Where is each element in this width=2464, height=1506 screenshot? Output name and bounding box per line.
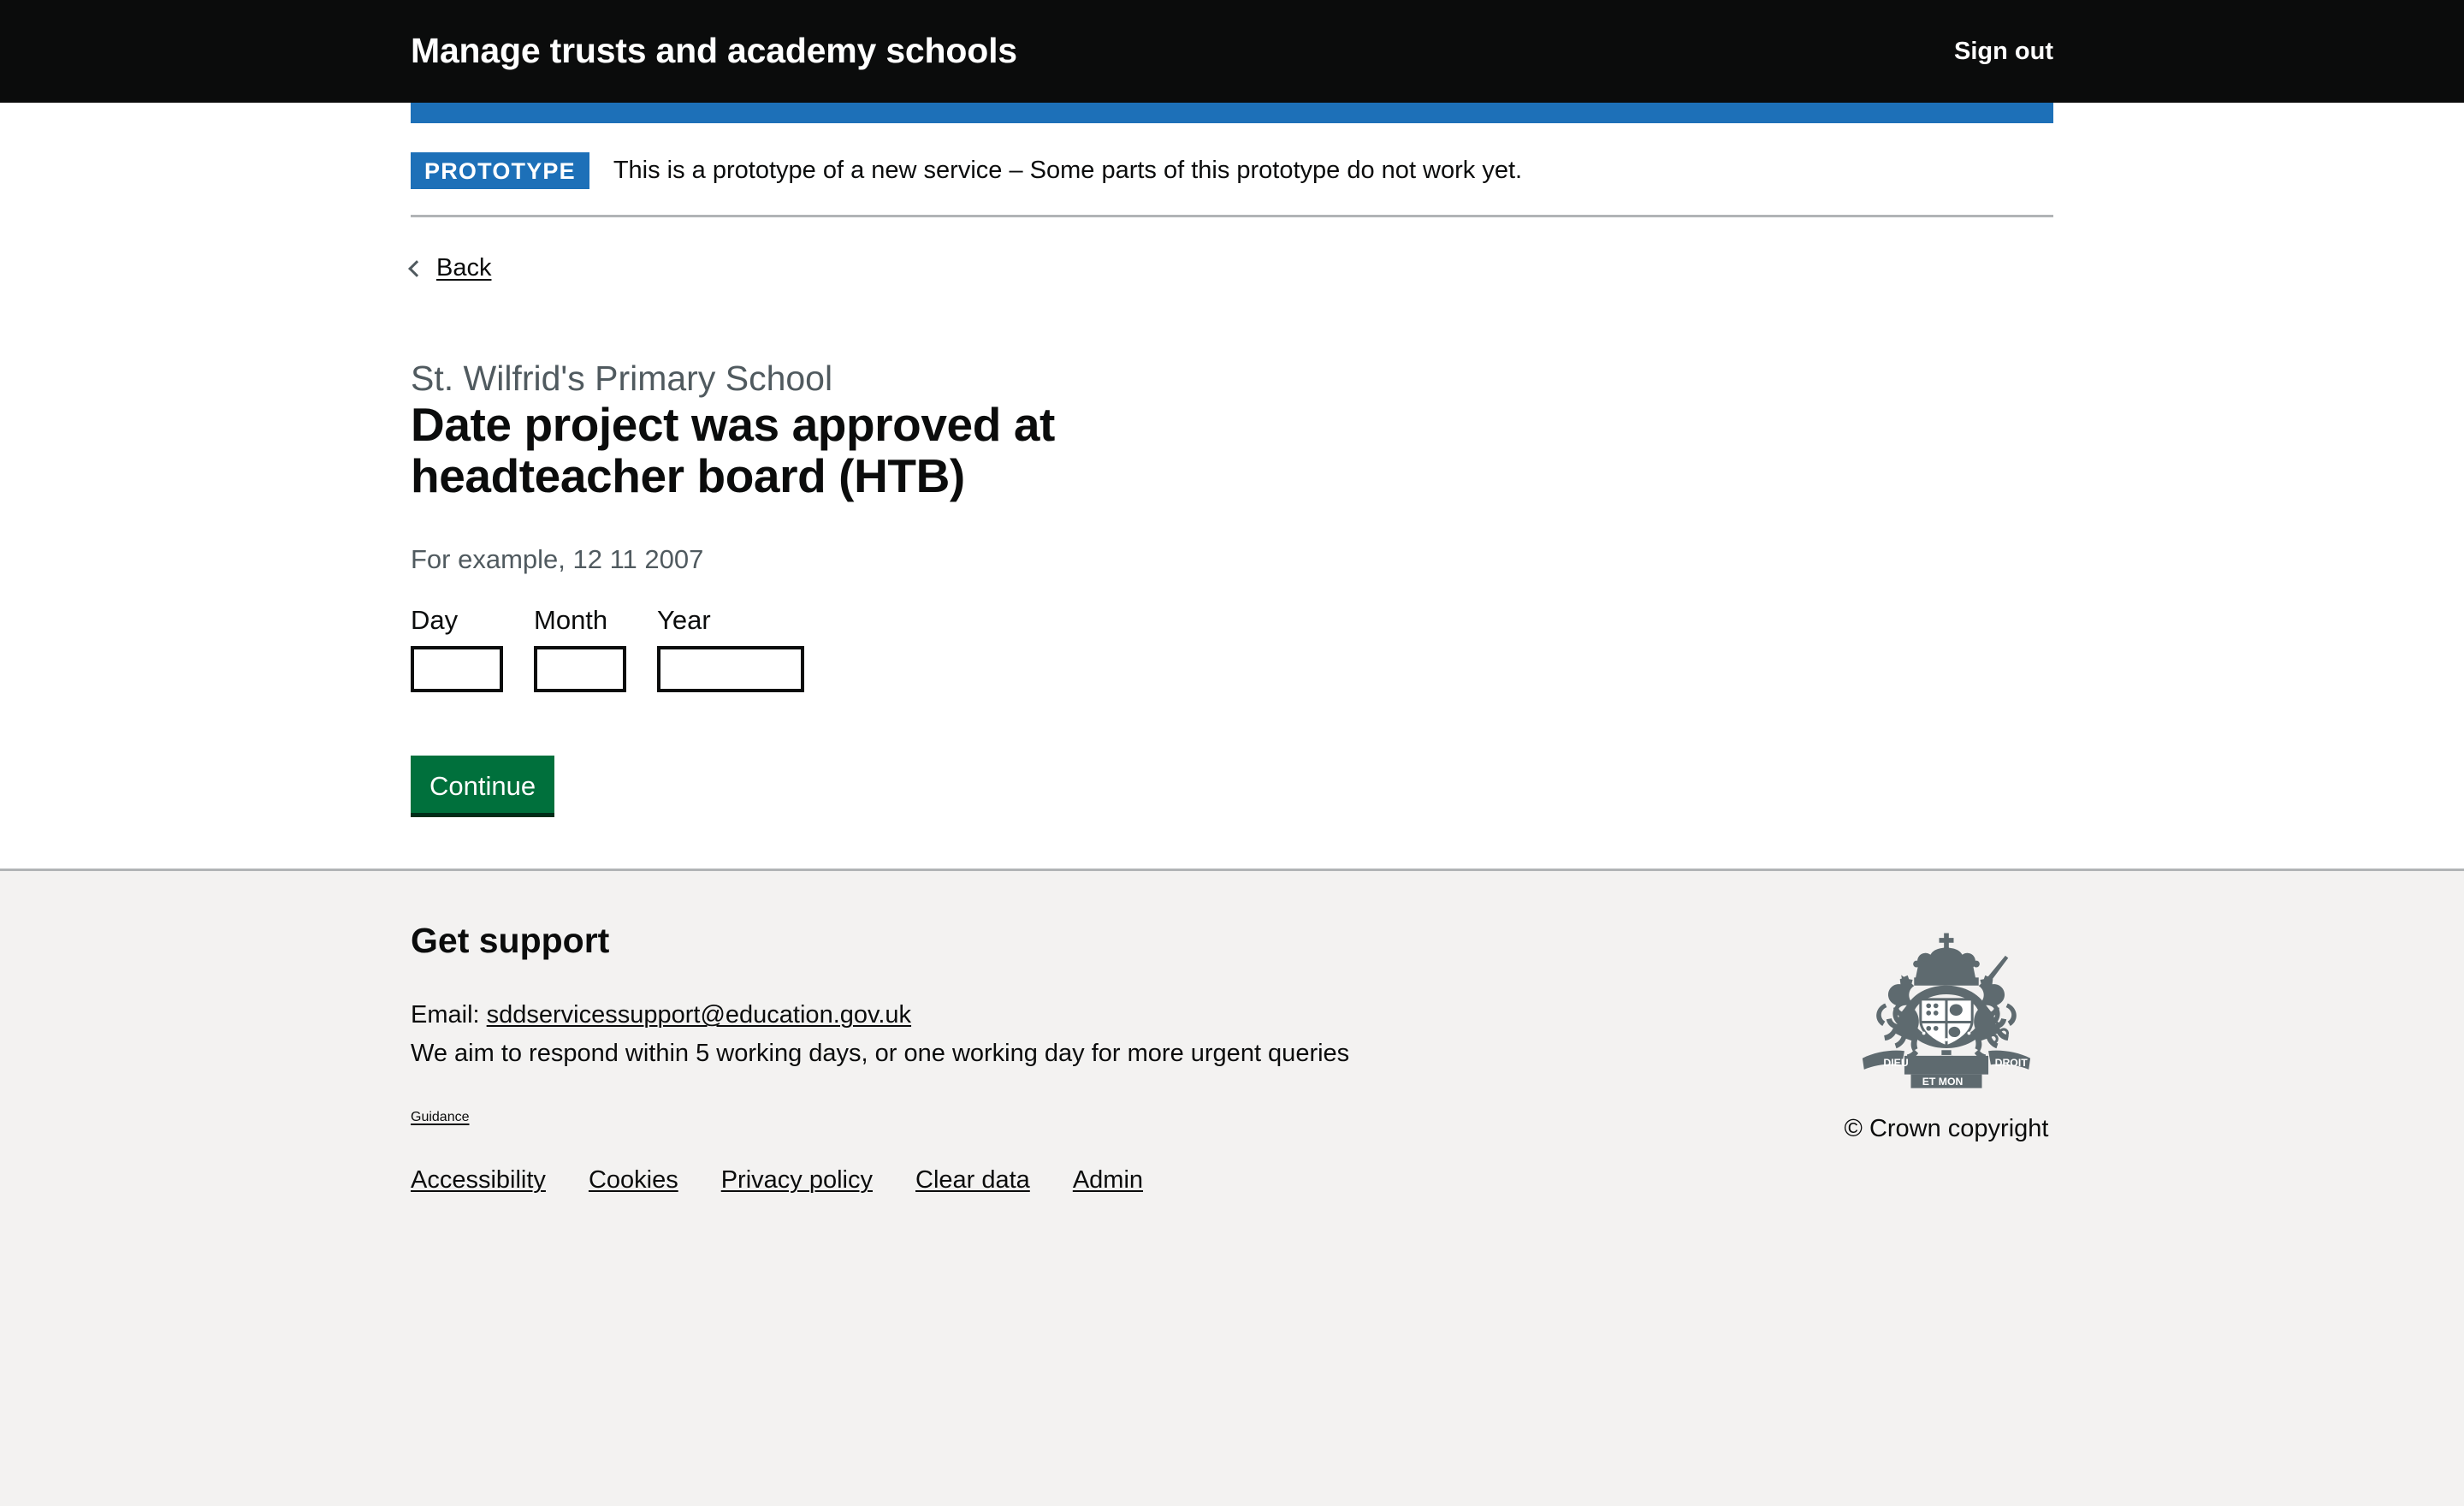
svg-text:DROIT: DROIT [1995,1057,2029,1069]
date-item-year: Year [657,604,804,692]
support-email-link[interactable]: sddservicessupport@education.gov.uk [487,1001,911,1029]
date-item-month: Month [534,604,626,692]
service-header: Manage trusts and academy schools Sign o… [0,0,2464,103]
guidance-link[interactable]: Guidance [411,1110,470,1124]
phase-banner-wrapper: PROTOTYPE This is a prototype of a new s… [0,123,2464,217]
footer-response-time: We aim to respond within 5 working days,… [411,1040,1350,1068]
footer-links: Accessibility Cookies Privacy policy Cle… [411,1166,1349,1242]
guidance-row: Guidance [411,1110,1349,1125]
phase-tag: PROTOTYPE [411,152,589,189]
main-content: Back St. Wilfrid's Primary School Date p… [0,217,2464,869]
footer-link-cookies[interactable]: Cookies [589,1166,678,1195]
footer-link-accessibility[interactable]: Accessibility [411,1166,546,1195]
footer-link-admin[interactable]: Admin [1073,1166,1143,1195]
royal-coat-of-arms-icon: DIEU DROIT ET MON [1862,933,2031,1088]
blue-accent-bar [411,103,2053,123]
footer-email-prefix: Email: [411,1001,487,1029]
svg-text:ET MON: ET MON [1922,1076,1964,1088]
footer-email-row: Email: sddservicessupport@education.gov.… [411,999,1349,1032]
chevron-left-icon [408,260,425,278]
footer-support-section: Get support Email: sddservicessupport@ed… [411,921,1349,1242]
phase-banner: PROTOTYPE This is a prototype of a new s… [411,123,2053,217]
accent-bar-wrapper [0,103,2464,123]
footer-heading: Get support [411,921,610,961]
back-link-row: Back [408,217,2053,283]
button-row: Continue [411,755,2053,818]
footer-link-privacy-policy[interactable]: Privacy policy [721,1166,873,1195]
month-input[interactable] [534,645,626,692]
day-input[interactable] [411,645,503,692]
date-form: St. Wilfrid's Primary School Date projec… [411,283,2053,818]
year-input[interactable] [657,645,804,692]
page-root: Manage trusts and academy schools Sign o… [0,0,2464,1506]
sign-out-link[interactable]: Sign out [1954,37,2053,67]
svg-text:DIEU: DIEU [1883,1057,1908,1069]
service-name-link[interactable]: Manage trusts and academy schools [411,32,1017,70]
crown-copyright-text: © Crown copyright [1844,1115,2049,1143]
back-link[interactable]: Back [408,253,492,283]
year-label: Year [657,604,711,635]
continue-button[interactable]: Continue [411,755,555,818]
month-label: Month [534,604,608,635]
back-link-label: Back [436,254,492,282]
date-input-group: Day Month Year [411,604,2053,692]
page-title: Date project was approved at headteacher… [411,397,1055,503]
date-hint: For example, 12 11 2007 [411,543,704,574]
phase-banner-text: This is a prototype of a new service – S… [613,157,1523,185]
day-label: Day [411,604,459,635]
footer-crown-section: DIEU DROIT ET MON © Crown copyright [1839,921,2053,1144]
page-caption: St. Wilfrid's Primary School [411,358,833,398]
footer-link-clear-data[interactable]: Clear data [915,1166,1030,1195]
page-footer: Get support Email: sddservicessupport@ed… [0,869,2464,1506]
date-item-day: Day [411,604,503,692]
